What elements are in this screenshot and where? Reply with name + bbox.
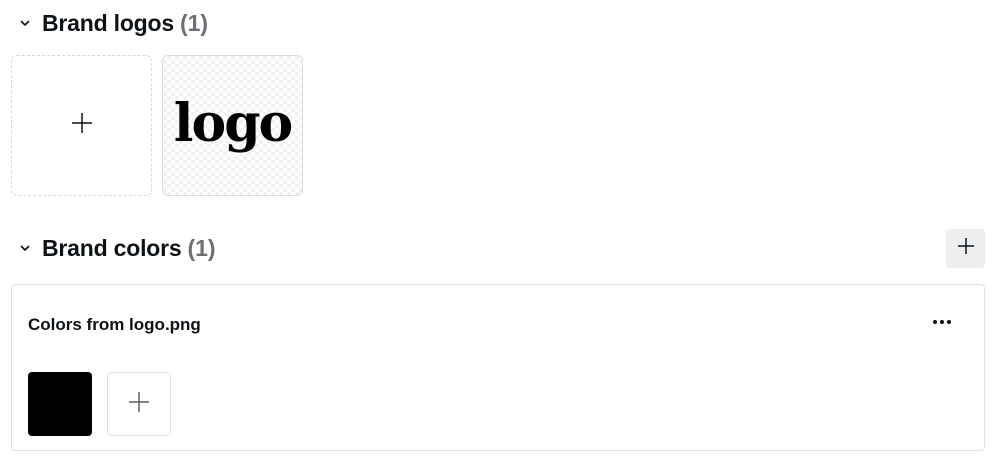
chevron-down-icon[interactable] — [18, 241, 32, 255]
plus-icon — [957, 237, 975, 260]
brand-colors-title: Brand colors — [42, 234, 182, 261]
add-logo-button[interactable] — [11, 55, 152, 196]
brand-kit-panel: Brand logos (1) logo Brand colors (1) Co… — [0, 0, 1000, 458]
color-palette-card: Colors from logo.png — [11, 284, 985, 451]
more-horizontal-icon — [932, 312, 952, 330]
logo-image-text: logo — [173, 92, 293, 154]
palette-title: Colors from logo.png — [28, 315, 201, 334]
brand-colors-count: (1) — [187, 234, 216, 261]
add-color-palette-button[interactable] — [946, 229, 985, 268]
chevron-down-icon[interactable] — [18, 16, 32, 30]
plus-icon — [128, 391, 150, 418]
add-color-button[interactable] — [107, 372, 171, 436]
brand-logos-count: (1) — [179, 9, 209, 36]
brand-colors-header: Brand colors (1) — [18, 233, 216, 263]
brand-logo-thumbnail[interactable]: logo — [162, 55, 303, 196]
color-swatch[interactable] — [28, 372, 92, 436]
brand-logos-header: Brand logos (1) — [18, 8, 208, 38]
brand-logos-title: Brand logos — [42, 9, 174, 36]
palette-more-options-button[interactable] — [924, 309, 960, 333]
plus-icon — [71, 112, 93, 139]
